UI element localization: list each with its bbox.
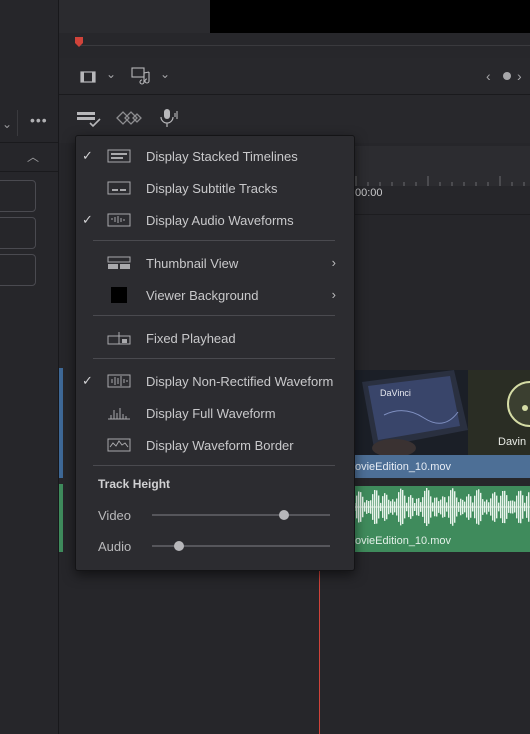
- fixed-playhead-icon: [107, 332, 131, 345]
- left-field-2[interactable]: [0, 217, 36, 249]
- menu-item-display-stacked-timelines[interactable]: ✓ Display Stacked Timelines: [76, 141, 354, 171]
- divider: [0, 142, 58, 143]
- menu-item-display-non-rectified-waveform[interactable]: ✓ Display Non-Rectified Waveform: [76, 366, 354, 396]
- menu-item-display-full-waveform[interactable]: Display Full Waveform: [76, 398, 354, 428]
- menu-separator: [93, 315, 335, 316]
- viewer-area: [59, 0, 210, 33]
- menu-item-label: Viewer Background: [146, 288, 259, 303]
- submenu-arrow-icon: ›: [331, 255, 336, 270]
- next-icon[interactable]: ›: [517, 68, 522, 84]
- slider-knob[interactable]: [278, 510, 289, 520]
- scrubber-playhead-icon[interactable]: [75, 37, 83, 47]
- ruler-timecode: 00:00: [355, 187, 383, 199]
- divider: [17, 110, 18, 136]
- left-field-1[interactable]: [0, 180, 36, 212]
- timeline-playhead[interactable]: [319, 570, 320, 734]
- menu-item-label: Display Stacked Timelines: [146, 149, 298, 164]
- chevron-down-icon[interactable]: ⌄: [160, 67, 170, 81]
- left-field-3[interactable]: [0, 254, 36, 286]
- video-height-label: Video: [98, 508, 132, 523]
- track-height-heading: Track Height: [98, 477, 171, 491]
- ruler-ticks: [355, 176, 525, 186]
- audio-waveforms-icon: [107, 213, 131, 227]
- slider-knob[interactable]: [173, 541, 184, 551]
- scrubber-line: [78, 45, 530, 46]
- menu-item-label: Fixed Playhead: [146, 331, 236, 346]
- snapping-icon[interactable]: [115, 110, 143, 126]
- track-divider: [354, 214, 530, 215]
- menu-item-thumbnail-view[interactable]: Thumbnail View ›: [76, 248, 354, 278]
- timeline-view-options-menu: ✓ Display Stacked Timelines Display Subt…: [75, 135, 355, 571]
- menu-item-label: Display Audio Waveforms: [146, 213, 294, 228]
- divider: [0, 171, 58, 172]
- check-icon: ✓: [82, 373, 93, 388]
- thumbnail-view-icon: [107, 256, 131, 269]
- left-panel: ⌄ ••• ︿: [0, 0, 59, 734]
- thumb-text: DaVinci: [380, 388, 411, 398]
- chevron-down-icon[interactable]: ⌄: [106, 67, 116, 81]
- full-waveform-icon: [108, 408, 130, 420]
- menu-item-display-audio-waveforms[interactable]: ✓ Display Audio Waveforms: [76, 205, 354, 235]
- chevron-up-icon[interactable]: ︿: [27, 148, 39, 165]
- menu-item-viewer-background[interactable]: Viewer Background ›: [76, 280, 354, 310]
- menu-item-label: Thumbnail View: [146, 256, 239, 271]
- menu-item-fixed-playhead[interactable]: Fixed Playhead: [76, 323, 354, 353]
- audio-waveform: [354, 488, 530, 526]
- menu-item-display-subtitle-tracks[interactable]: Display Subtitle Tracks: [76, 173, 354, 203]
- menu-item-label: Display Non-Rectified Waveform: [146, 374, 334, 389]
- multicam-audio-icon[interactable]: [131, 67, 153, 85]
- menu-separator: [93, 465, 335, 466]
- check-icon: ✓: [82, 212, 93, 227]
- non-rectified-waveform-icon: [107, 374, 131, 388]
- viewer-canvas: [210, 0, 530, 33]
- menu-item-label: Display Waveform Border: [146, 438, 294, 453]
- clip-view-icon[interactable]: [80, 71, 96, 83]
- audio-height-slider[interactable]: [152, 541, 330, 551]
- menu-item-label: Display Full Waveform: [146, 406, 276, 421]
- thumb-text: Davin: [498, 436, 526, 448]
- submenu-arrow-icon: ›: [331, 287, 336, 302]
- chevron-down-icon[interactable]: ⌄: [2, 117, 12, 131]
- video-clip-name: ovieEdition_10.mov: [355, 461, 452, 473]
- voiceover-mic-icon[interactable]: [158, 107, 180, 129]
- dot-icon[interactable]: [503, 72, 511, 80]
- subtitle-tracks-icon: [107, 181, 131, 195]
- prev-icon[interactable]: ‹: [486, 68, 491, 84]
- menu-item-label: Display Subtitle Tracks: [146, 181, 278, 196]
- viewer-background-swatch: [111, 287, 127, 303]
- audio-clip-name: ovieEdition_10.mov: [355, 535, 452, 547]
- audio-track-marker: [59, 484, 63, 552]
- waveform-border-icon: [107, 438, 131, 452]
- menu-item-display-waveform-border[interactable]: Display Waveform Border: [76, 430, 354, 460]
- viewer-toolbar: ⌄ ⌄ ‹ ›: [59, 58, 530, 95]
- stacked-timelines-icon: [107, 149, 131, 163]
- audio-height-label: Audio: [98, 539, 132, 554]
- menu-separator: [93, 240, 335, 241]
- check-icon: ✓: [82, 148, 93, 163]
- video-track-marker: [59, 368, 63, 478]
- more-options-icon[interactable]: •••: [30, 112, 48, 128]
- video-height-slider[interactable]: [152, 510, 330, 520]
- menu-separator: [93, 358, 335, 359]
- timeline-view-options-icon[interactable]: [76, 110, 102, 128]
- video-clip-thumbnail: DaVinci Davin: [354, 370, 530, 455]
